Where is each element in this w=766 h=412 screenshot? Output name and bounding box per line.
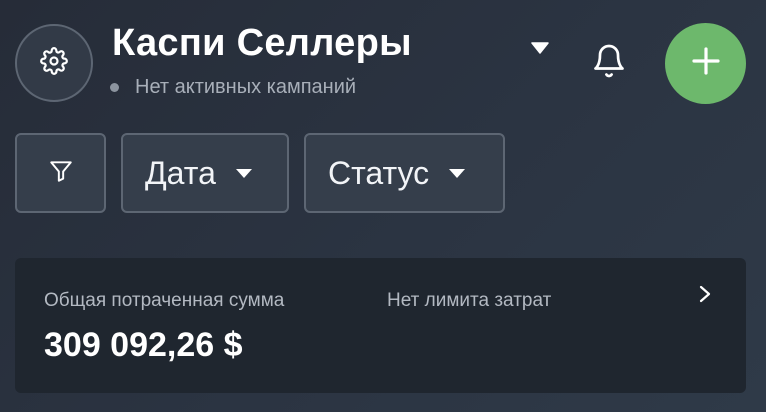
caret-down-icon [449, 168, 466, 178]
caret-down-icon [530, 41, 550, 59]
status-dot [110, 83, 119, 92]
bell-icon [591, 42, 627, 85]
date-filter-dropdown[interactable]: Дата [121, 133, 289, 213]
filter-button[interactable] [15, 133, 106, 213]
total-spent-value: 309 092,26 $ [44, 326, 243, 364]
spend-limit-label: Нет лимита затрат [387, 290, 552, 311]
caret-down-icon [235, 168, 252, 178]
account-dropdown-button[interactable] [524, 36, 556, 64]
notifications-button[interactable] [586, 40, 632, 86]
status-filter-label: Статус [328, 154, 430, 191]
chevron-right-icon [693, 282, 717, 306]
page-title: Каспи Селлеры [112, 22, 412, 64]
campaign-status: Нет активных кампаний [110, 76, 356, 99]
date-filter-label: Дата [145, 154, 216, 191]
total-spent-label: Общая потраченная сумма [44, 290, 285, 311]
campaign-status-text: Нет активных кампаний [135, 76, 357, 98]
status-filter-dropdown[interactable]: Статус [304, 133, 505, 213]
filter-icon [48, 158, 74, 189]
settings-button[interactable] [15, 24, 93, 102]
gear-icon [40, 46, 68, 80]
spend-summary-card[interactable]: Общая потраченная сумма Нет лимита затра… [15, 258, 746, 393]
plus-icon [691, 46, 721, 81]
add-button[interactable] [665, 23, 746, 104]
